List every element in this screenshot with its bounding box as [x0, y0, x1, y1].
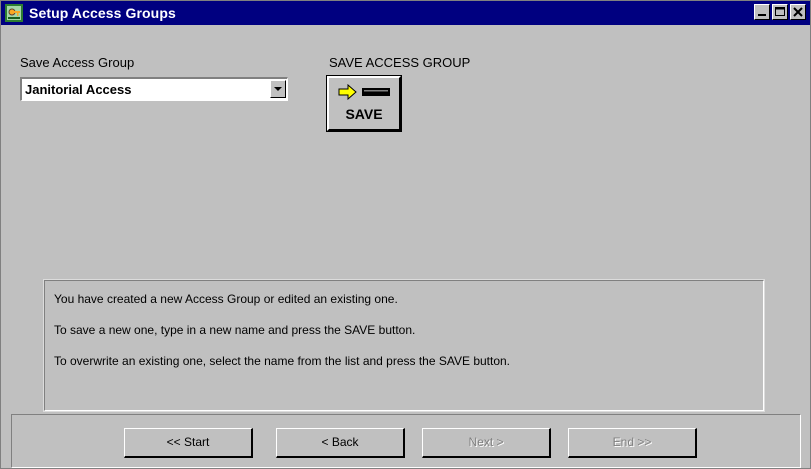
save-section-heading: SAVE ACCESS GROUP: [329, 55, 471, 70]
setup-access-groups-window: Setup Access Groups Save Access Group Ja…: [0, 0, 811, 469]
save-arrow-icon: [338, 84, 390, 100]
save-access-group-label: Save Access Group: [20, 55, 135, 70]
save-button-label: SAVE: [345, 106, 383, 122]
maximize-button[interactable]: [772, 4, 788, 20]
window-title: Setup Access Groups: [29, 5, 176, 21]
chevron-down-icon: [274, 87, 282, 91]
minimize-button[interactable]: [754, 4, 770, 20]
info-line: You have created a new Access Group or e…: [54, 292, 398, 306]
title-bar[interactable]: Setup Access Groups: [1, 1, 810, 25]
save-button[interactable]: SAVE: [326, 75, 402, 132]
next-button: Next >: [422, 428, 551, 458]
access-group-selected-value[interactable]: Janitorial Access: [25, 82, 131, 97]
minimize-icon: [758, 14, 766, 16]
info-panel: You have created a new Access Group or e…: [43, 279, 765, 412]
close-icon: [793, 7, 803, 17]
back-button[interactable]: < Back: [276, 428, 405, 458]
end-button: End >>: [568, 428, 697, 458]
access-group-combobox[interactable]: Janitorial Access: [20, 77, 288, 101]
start-button[interactable]: << Start: [124, 428, 253, 458]
info-line: To overwrite an existing one, select the…: [54, 354, 511, 368]
maximize-icon: [775, 7, 785, 16]
app-key-icon: [5, 4, 23, 22]
close-button[interactable]: [790, 4, 806, 20]
info-line: To save a new one, type in a new name an…: [54, 323, 416, 337]
combobox-dropdown-button[interactable]: [270, 80, 286, 98]
wizard-nav-bar: << Start < Back Next > End >>: [11, 414, 801, 468]
